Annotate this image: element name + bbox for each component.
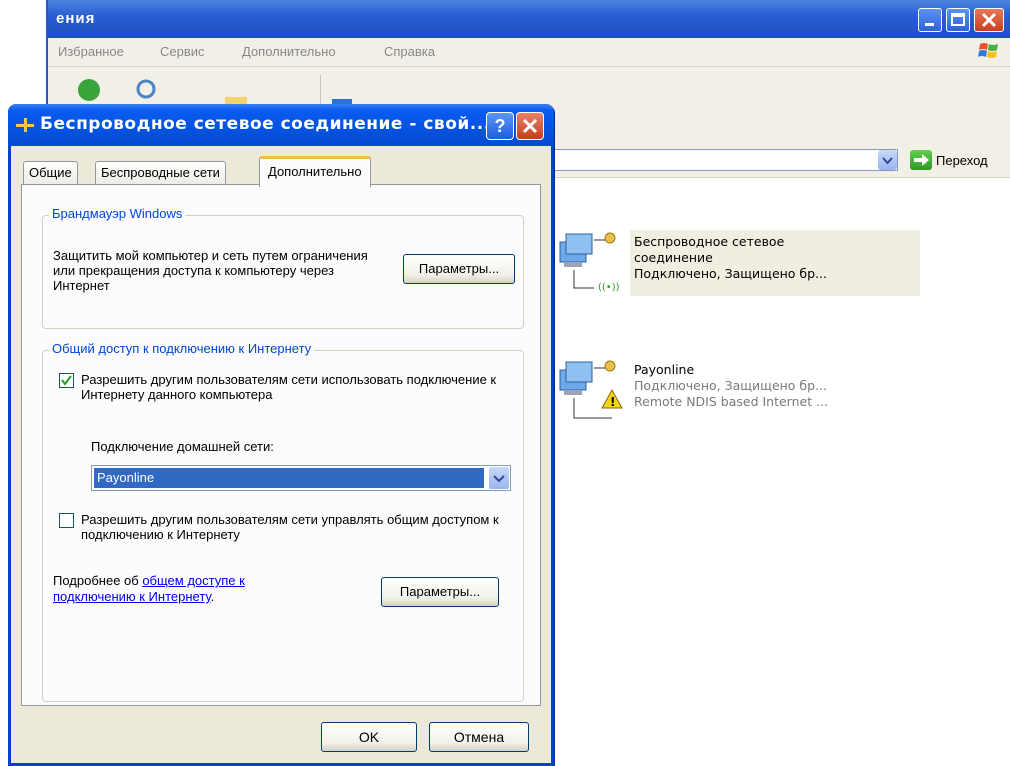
checkmark-icon xyxy=(61,375,72,386)
home-network-dropdown-button[interactable] xyxy=(489,467,509,489)
close-icon xyxy=(522,118,538,134)
connection-device: Remote NDIS based Internet ... xyxy=(634,394,829,409)
connection-status: Подключено, Защищено бр... xyxy=(634,266,827,281)
connection-item-wireless[interactable]: ((•)) Беспроводное сетевое соединение По… xyxy=(554,230,920,300)
allow-control-checkbox[interactable] xyxy=(59,513,74,528)
close-icon xyxy=(981,12,997,28)
go-label[interactable]: Переход xyxy=(936,153,988,168)
maximize-button[interactable] xyxy=(946,8,970,32)
help-button[interactable]: ? xyxy=(486,112,514,140)
arrow-right-icon xyxy=(914,154,929,166)
connection-name: Payonline xyxy=(634,362,695,377)
wireless-connection-icon: ((•)) xyxy=(559,232,620,293)
search-icon[interactable] xyxy=(134,77,160,103)
address-input[interactable] xyxy=(548,149,898,171)
svg-text:!: ! xyxy=(610,395,615,409)
connection-name-line2: соединение xyxy=(634,250,713,265)
dialog-title: Беспроводное сетевое соединение - свой..… xyxy=(40,114,491,134)
home-network-label: Подключение домашней сети: xyxy=(91,439,274,454)
allow-control-label[interactable]: Разрешить другим пользователям сети упра… xyxy=(81,512,501,542)
address-dropdown-button[interactable] xyxy=(878,150,897,170)
windows-logo-icon xyxy=(978,43,998,58)
tab-advanced[interactable]: Дополнительно xyxy=(259,156,371,187)
tab-wireless-networks[interactable]: Беспроводные сети xyxy=(95,161,226,185)
cancel-button[interactable]: Отмена xyxy=(429,722,529,752)
connection-text: Payonline Подключено, Защищено бр... Rem… xyxy=(634,362,828,410)
chevron-down-icon xyxy=(493,475,505,483)
explorer-titlebar[interactable]: ения xyxy=(48,0,1010,38)
firewall-group: Брандмауэр Windows Защитить мой компьюте… xyxy=(42,206,524,329)
menu-tools[interactable]: Сервис xyxy=(160,44,205,59)
more-info-prefix: Подробнее об xyxy=(53,573,143,588)
connection-name-line1: Беспроводное сетевое xyxy=(634,234,785,249)
minimize-button[interactable] xyxy=(918,8,942,32)
more-info-suffix: . xyxy=(210,589,215,604)
go-button[interactable] xyxy=(910,150,932,170)
home-network-select[interactable]: Payonline xyxy=(91,465,511,491)
tab-panel-advanced: Брандмауэр Windows Защитить мой компьюте… xyxy=(21,184,541,706)
ics-legend: Общий доступ к подключению к Интернету xyxy=(49,341,315,356)
connection-text: Беспроводное сетевое соединение Подключе… xyxy=(634,234,827,282)
dialog-close-button[interactable] xyxy=(516,112,544,140)
connection-item-payonline[interactable]: ! Payonline Подключено, Защищено бр... R… xyxy=(554,358,894,428)
menu-advanced[interactable]: Дополнительно xyxy=(242,44,336,59)
back-arrow-icon[interactable] xyxy=(76,77,102,103)
question-icon: ? xyxy=(494,116,506,136)
menu-favorites[interactable]: Избранное xyxy=(58,44,124,59)
explorer-title: ения xyxy=(56,10,96,27)
close-button[interactable] xyxy=(974,8,1004,32)
maximize-icon xyxy=(951,13,965,26)
connection-status: Подключено, Защищено бр... xyxy=(634,378,827,393)
explorer-menubar: Избранное Сервис Дополнительно Справка xyxy=(48,38,1010,67)
home-network-value: Payonline xyxy=(94,468,484,488)
dialog-titlebar[interactable]: Беспроводное сетевое соединение - свой..… xyxy=(8,104,554,146)
ics-settings-button[interactable]: Параметры... xyxy=(381,577,499,607)
chevron-down-icon xyxy=(882,157,893,165)
ics-group: Общий доступ к подключению к Интернету Р… xyxy=(42,341,524,702)
minimize-icon xyxy=(925,23,934,26)
ok-button[interactable]: OK xyxy=(321,722,417,752)
allow-share-checkbox[interactable] xyxy=(59,373,74,388)
svg-text:((•)): ((•)) xyxy=(598,282,620,293)
firewall-description: Защитить мой компьютер и сеть путем огра… xyxy=(53,248,368,293)
allow-share-label[interactable]: Разрешить другим пользователям сети испо… xyxy=(81,372,501,402)
firewall-settings-button[interactable]: Параметры... xyxy=(403,254,515,284)
menu-help[interactable]: Справка xyxy=(384,44,435,59)
properties-dialog: Беспроводное сетевое соединение - свой..… xyxy=(8,104,554,766)
lan-connection-warning-icon: ! xyxy=(559,360,623,419)
tab-general[interactable]: Общие xyxy=(23,161,78,185)
firewall-legend: Брандмауэр Windows xyxy=(49,206,186,221)
more-info-text: Подробнее об общем доступе к подключению… xyxy=(53,573,303,605)
network-icon xyxy=(16,118,34,132)
